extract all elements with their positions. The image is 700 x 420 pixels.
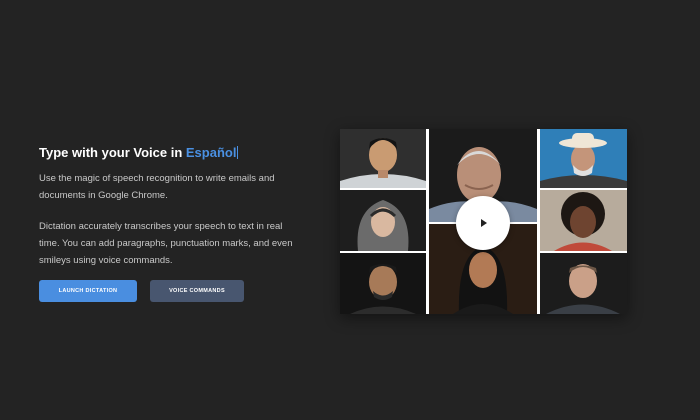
portrait-tile — [340, 190, 426, 251]
portrait-tile — [540, 129, 627, 188]
hero-text: Type with your Voice in Español Use the … — [39, 144, 299, 269]
headline-language: Español — [185, 145, 237, 160]
text-cursor — [237, 146, 239, 159]
portrait-tile — [540, 190, 627, 251]
launch-dictation-button[interactable]: LAUNCH DICTATION — [39, 280, 137, 302]
portrait-tile — [340, 129, 426, 188]
voice-commands-button[interactable]: VOICE COMMANDS — [150, 280, 244, 302]
play-video-button[interactable] — [456, 196, 510, 250]
page-title: Type with your Voice in Español — [39, 144, 299, 162]
portrait-tile — [340, 253, 426, 314]
intro-paragraph: Use the magic of speech recognition to w… — [39, 173, 275, 201]
portrait-tile — [540, 253, 627, 314]
details-paragraph: Dictation accurately transcribes your sp… — [39, 221, 293, 266]
headline-prefix: Type with your Voice in — [39, 145, 186, 160]
play-icon — [481, 219, 487, 227]
page: Type with your Voice in Español Use the … — [0, 0, 700, 420]
